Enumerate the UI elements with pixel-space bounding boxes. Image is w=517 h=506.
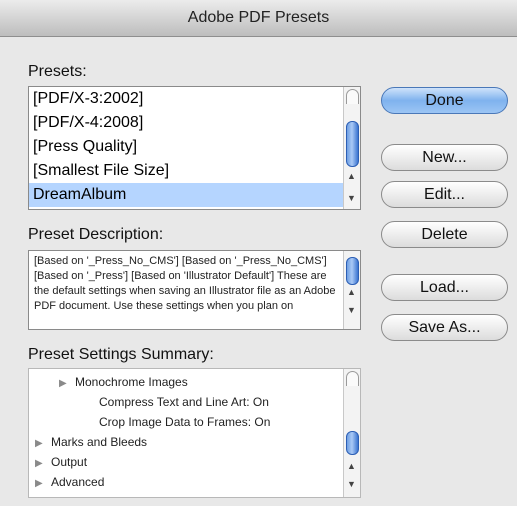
disclosure-triangle-icon[interactable]: ▶ bbox=[35, 454, 51, 474]
preset-item[interactable]: [PDF/X-4:2008] bbox=[29, 111, 360, 135]
summary-item-label: Crop Image Data to Frames: On bbox=[99, 415, 271, 429]
scroll-down-arrow-icon[interactable]: ▼ bbox=[347, 193, 356, 203]
scroll-up-arrow-icon[interactable]: ▲ bbox=[347, 461, 356, 471]
presets-label: Presets: bbox=[28, 63, 87, 80]
summary-item-label: Marks and Bleeds bbox=[51, 435, 148, 449]
preset-item[interactable]: DreamAlbum bbox=[29, 183, 360, 207]
window-title: Adobe PDF Presets bbox=[0, 0, 517, 37]
description-box[interactable]: [Based on '_Press_No_CMS'] [Based on '_P… bbox=[28, 250, 361, 330]
summary-item-label: Advanced bbox=[51, 475, 105, 489]
presets-scrollbar[interactable]: ▲ ▼ bbox=[343, 87, 360, 209]
summary-item-label: Compress Text and Line Art: On bbox=[99, 395, 269, 409]
scroll-track-cap bbox=[346, 371, 359, 386]
preset-item[interactable]: [Smallest File Size] bbox=[29, 159, 360, 183]
done-button[interactable]: Done bbox=[381, 87, 508, 114]
summary-item-label: Output bbox=[51, 455, 88, 469]
summary-item-label: Monochrome Images bbox=[75, 375, 188, 389]
summary-item[interactable]: Crop Image Data to Frames: On bbox=[29, 412, 360, 432]
presets-scroll-thumb[interactable] bbox=[346, 121, 359, 167]
description-scroll-thumb[interactable] bbox=[346, 257, 359, 285]
disclosure-triangle-icon[interactable]: ▶ bbox=[35, 434, 51, 454]
scroll-up-arrow-icon[interactable]: ▲ bbox=[347, 171, 356, 181]
presets-list[interactable]: [PDF/X-3:2002] [PDF/X-4:2008] [Press Quali… bbox=[28, 86, 361, 210]
summary-item[interactable]: ▶ Monochrome Images bbox=[29, 372, 360, 392]
summary-scroll-thumb[interactable] bbox=[346, 431, 359, 455]
summary-item[interactable]: ▶ Output bbox=[29, 452, 360, 472]
preset-item[interactable]: [Press Quality] bbox=[29, 135, 360, 159]
summary-item[interactable]: Compress Text and Line Art: On bbox=[29, 392, 360, 412]
new-button[interactable]: New... bbox=[381, 144, 508, 171]
summary-tree[interactable]: ▶ Monochrome Images Compress Text and Line… bbox=[28, 368, 361, 498]
edit-button[interactable]: Edit... bbox=[381, 181, 508, 208]
disclosure-triangle-icon[interactable]: ▶ bbox=[35, 474, 51, 494]
scroll-down-arrow-icon[interactable]: ▼ bbox=[347, 479, 356, 489]
description-scrollbar[interactable]: ▲ ▼ bbox=[343, 251, 360, 329]
scroll-down-arrow-icon[interactable]: ▼ bbox=[347, 305, 356, 315]
summary-item[interactable]: ▶ Marks and Bleeds bbox=[29, 432, 360, 452]
preset-item[interactable]: [PDF/X-3:2002] bbox=[29, 87, 360, 111]
delete-button[interactable]: Delete bbox=[381, 221, 508, 248]
scroll-track-cap bbox=[346, 89, 359, 104]
description-label: Preset Description: bbox=[28, 226, 164, 243]
summary-item[interactable]: ▶ Advanced bbox=[29, 472, 360, 492]
save-as-button[interactable]: Save As... bbox=[381, 314, 508, 341]
summary-label: Preset Settings Summary: bbox=[28, 346, 214, 363]
description-text: [Based on '_Press_No_CMS'] [Based on '_P… bbox=[34, 255, 336, 312]
disclosure-triangle-icon[interactable]: ▶ bbox=[59, 374, 75, 394]
summary-scrollbar[interactable]: ▲ ▼ bbox=[343, 369, 360, 497]
scroll-up-arrow-icon[interactable]: ▲ bbox=[347, 287, 356, 297]
load-button[interactable]: Load... bbox=[381, 274, 508, 301]
